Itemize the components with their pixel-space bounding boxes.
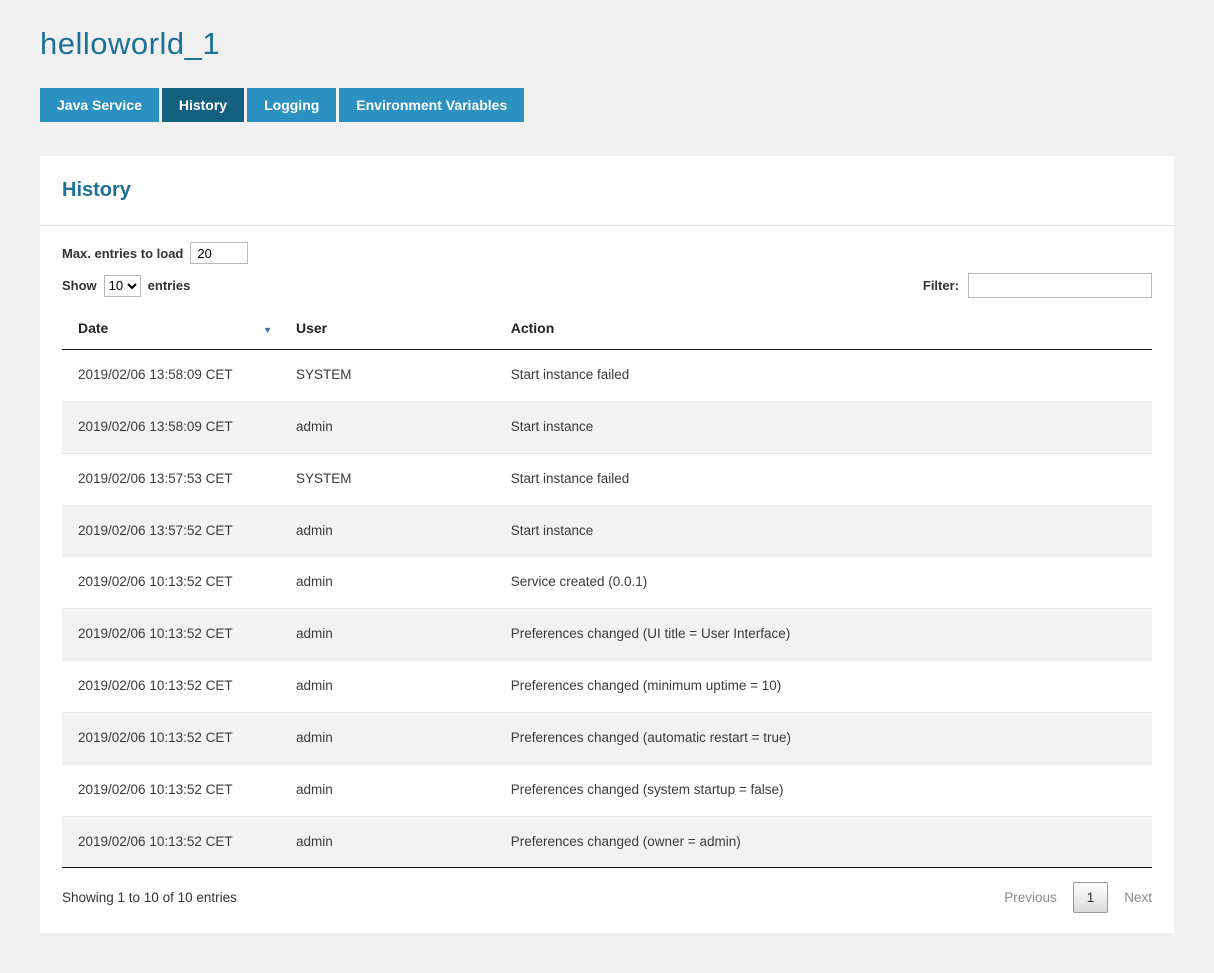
previous-button[interactable]: Previous [1004, 890, 1057, 905]
cell-action: Start instance [495, 505, 1152, 557]
max-entries-row: Max. entries to load [62, 242, 1152, 264]
cell-date: 2019/02/06 10:13:52 CET [62, 609, 280, 661]
tab-java-service[interactable]: Java Service [40, 88, 159, 122]
history-table-body: 2019/02/06 13:58:09 CETSYSTEMStart insta… [62, 350, 1152, 868]
history-panel: History Max. entries to load Show 10 ent… [40, 156, 1174, 933]
cell-user: admin [280, 401, 495, 453]
column-header-date[interactable]: Date ▼ [62, 310, 280, 350]
filter-label: Filter: [923, 278, 959, 293]
page-length-control: Show 10 entries [62, 275, 190, 297]
tab-history[interactable]: History [162, 88, 244, 122]
panel-heading: History [40, 156, 1174, 226]
max-entries-label: Max. entries to load [62, 246, 183, 261]
cell-date: 2019/02/06 13:58:09 CET [62, 401, 280, 453]
show-label: Show [62, 278, 97, 293]
column-header-user[interactable]: User [280, 310, 495, 350]
pagination: Previous 1 Next [1004, 882, 1152, 913]
cell-date: 2019/02/06 10:13:52 CET [62, 661, 280, 713]
cell-user: admin [280, 505, 495, 557]
page-title: helloworld_1 [40, 26, 1174, 62]
cell-date: 2019/02/06 13:57:53 CET [62, 453, 280, 505]
cell-action: Preferences changed (UI title = User Int… [495, 609, 1152, 661]
cell-date: 2019/02/06 10:13:52 CET [62, 712, 280, 764]
table-row: 2019/02/06 13:58:09 CETSYSTEMStart insta… [62, 350, 1152, 402]
cell-action: Preferences changed (minimum uptime = 10… [495, 661, 1152, 713]
cell-user: SYSTEM [280, 453, 495, 505]
cell-action: Start instance failed [495, 453, 1152, 505]
filter-input[interactable] [968, 273, 1152, 298]
page-length-select[interactable]: 10 [104, 275, 141, 297]
column-label-user: User [296, 320, 327, 336]
cell-action: Preferences changed (system startup = fa… [495, 764, 1152, 816]
history-table: Date ▼ User Action 2019/02/06 13:58:09 C… [62, 310, 1152, 868]
column-header-action[interactable]: Action [495, 310, 1152, 350]
table-info: Showing 1 to 10 of 10 entries [62, 890, 237, 905]
cell-user: admin [280, 557, 495, 609]
table-row: 2019/02/06 13:57:53 CETSYSTEMStart insta… [62, 453, 1152, 505]
sort-descending-icon: ▼ [263, 325, 272, 335]
cell-user: SYSTEM [280, 350, 495, 402]
cell-date: 2019/02/06 13:57:52 CET [62, 505, 280, 557]
table-row: 2019/02/06 13:58:09 CETadminStart instan… [62, 401, 1152, 453]
cell-date: 2019/02/06 10:13:52 CET [62, 557, 280, 609]
cell-action: Start instance failed [495, 350, 1152, 402]
table-controls: Show 10 entries Filter: [62, 273, 1152, 298]
table-row: 2019/02/06 10:13:52 CETadminPreferences … [62, 712, 1152, 764]
column-label-date: Date [78, 320, 108, 336]
cell-date: 2019/02/06 10:13:52 CET [62, 764, 280, 816]
panel-body: Max. entries to load Show 10 entries Fil… [40, 226, 1174, 933]
page: helloworld_1 Java Service History Loggin… [0, 0, 1214, 973]
cell-user: admin [280, 661, 495, 713]
column-label-action: Action [511, 320, 555, 336]
cell-date: 2019/02/06 13:58:09 CET [62, 350, 280, 402]
filter-control: Filter: [923, 273, 1152, 298]
next-button[interactable]: Next [1124, 890, 1152, 905]
table-row: 2019/02/06 10:13:52 CETadminPreferences … [62, 609, 1152, 661]
table-row: 2019/02/06 13:57:52 CETadminStart instan… [62, 505, 1152, 557]
cell-action: Service created (0.0.1) [495, 557, 1152, 609]
page-1-button[interactable]: 1 [1073, 882, 1109, 913]
table-header: Date ▼ User Action [62, 310, 1152, 350]
cell-date: 2019/02/06 10:13:52 CET [62, 816, 280, 868]
table-row: 2019/02/06 10:13:52 CETadminPreferences … [62, 661, 1152, 713]
tab-logging[interactable]: Logging [247, 88, 336, 122]
max-entries-input[interactable] [190, 242, 248, 264]
cell-user: admin [280, 712, 495, 764]
cell-action: Preferences changed (automatic restart =… [495, 712, 1152, 764]
table-row: 2019/02/06 10:13:52 CETadminPreferences … [62, 764, 1152, 816]
table-footer: Showing 1 to 10 of 10 entries Previous 1… [62, 868, 1152, 913]
cell-user: admin [280, 609, 495, 661]
table-row: 2019/02/06 10:13:52 CETadminService crea… [62, 557, 1152, 609]
cell-user: admin [280, 764, 495, 816]
tab-bar: Java Service History Logging Environment… [40, 88, 1174, 122]
cell-action: Start instance [495, 401, 1152, 453]
cell-action: Preferences changed (owner = admin) [495, 816, 1152, 868]
tab-environment-variables[interactable]: Environment Variables [339, 88, 524, 122]
entries-label: entries [148, 278, 191, 293]
table-row: 2019/02/06 10:13:52 CETadminPreferences … [62, 816, 1152, 868]
cell-user: admin [280, 816, 495, 868]
